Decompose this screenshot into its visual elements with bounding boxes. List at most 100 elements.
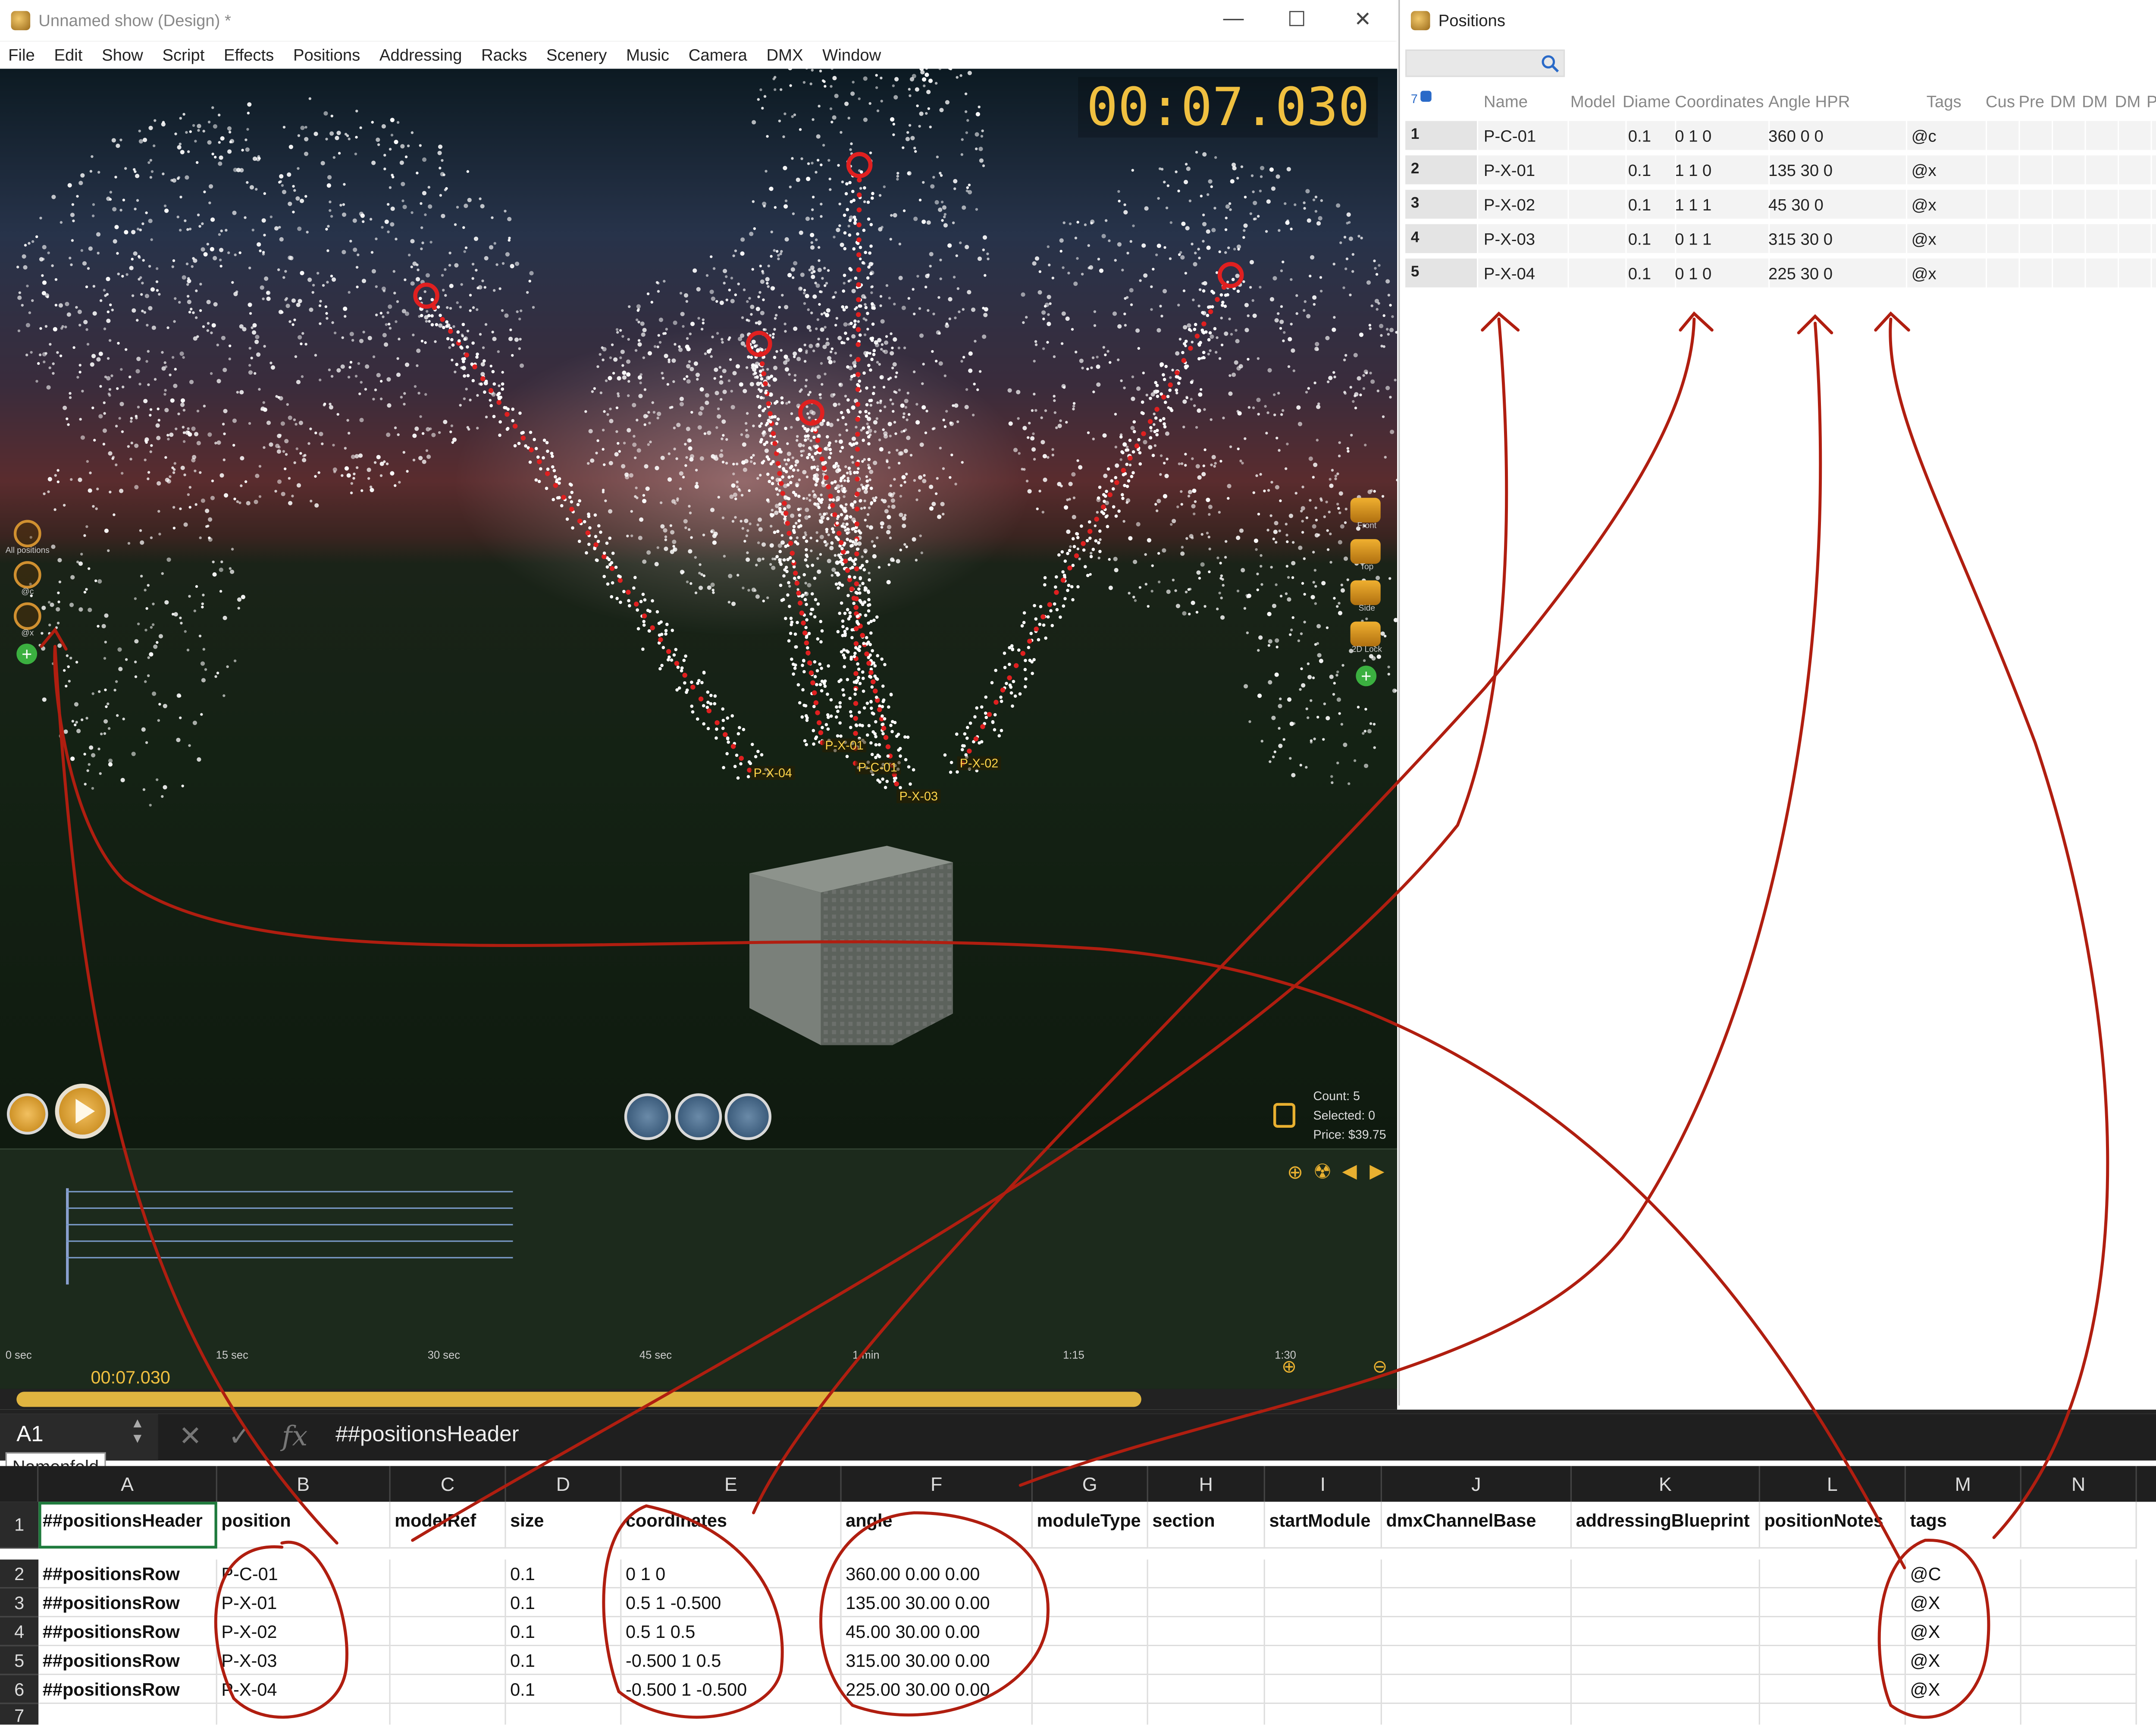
row-number[interactable]: 2 [1405,155,1477,185]
launch-block[interactable] [749,832,953,1045]
spark [424,393,427,396]
name-cell[interactable]: P-X-04 [1484,264,1535,283]
positions-table-row[interactable]: 4 P-X-03 0.1 0 1 1 315 30 0 @x [1405,224,2156,256]
effect-marker[interactable] [846,152,873,178]
menu-effects[interactable]: Effects [224,45,274,65]
trail-dot [1047,602,1053,607]
menu-file[interactable]: File [8,45,35,65]
positions-table-row[interactable]: 3 P-X-02 0.1 1 1 1 45 30 0 @x [1405,190,2156,222]
spark [1017,648,1021,652]
col-angle[interactable]: Angle HPR [1768,92,1850,112]
close-button[interactable]: ✕ [1345,7,1381,31]
col-name[interactable]: Name [1484,92,1528,112]
tags-cell[interactable]: @c [1912,126,1937,146]
search-icon[interactable] [1542,55,1559,73]
col-diameter[interactable]: Diame [1623,92,1672,112]
select-tool-button[interactable] [624,1093,671,1140]
diameter-cell[interactable]: 0.1 [1628,126,1651,146]
angle-cell[interactable]: 45 30 0 [1768,195,1824,215]
row-number[interactable]: 3 [1405,190,1477,219]
row-number[interactable]: 1 [1405,121,1477,150]
menu-racks[interactable]: Racks [481,45,527,65]
position-label[interactable]: P-X-01 [822,738,867,753]
row-number[interactable]: 4 [1405,224,1477,253]
maximize-button[interactable]: ☐ [1279,7,1315,31]
horizontal-scrollbar[interactable] [0,1389,1398,1410]
col-p[interactable]: P [2147,92,2156,112]
menu-music[interactable]: Music [626,45,669,65]
camera-lock-icon[interactable] [1350,621,1381,646]
menu-edit[interactable]: Edit [54,45,82,65]
name-cell[interactable]: P-X-01 [1484,161,1535,180]
add-camera-icon[interactable]: + [1356,665,1377,687]
position-group-icon[interactable] [13,602,41,630]
coordinates-cell[interactable]: 1 1 1 [1675,195,1711,215]
menu-show[interactable]: Show [102,45,143,65]
tags-cell[interactable]: @x [1912,195,1937,215]
angle-cell[interactable]: 360 0 0 [1768,126,1824,146]
timeline-panel[interactable]: 0 sec 15 sec 30 sec 45 sec 1 min 1:15 1:… [0,1148,1398,1389]
move-tool-button[interactable] [675,1093,722,1140]
positions-search-input[interactable] [1405,49,1565,77]
camera-icon[interactable] [1350,539,1381,564]
play-button[interactable] [55,1083,110,1139]
angle-cell[interactable]: 315 30 0 [1768,230,1833,249]
diameter-cell[interactable]: 0.1 [1628,195,1651,215]
col-dmx[interactable]: DM [2082,92,2112,112]
menu-script[interactable]: Script [163,45,205,65]
prev-icon[interactable]: ◀ [1342,1159,1357,1182]
angle-cell[interactable]: 135 30 0 [1768,161,1833,180]
menu-window[interactable]: Window [822,45,881,65]
positions-table-row[interactable]: 5 P-X-04 0.1 0 1 0 225 30 0 @x [1405,258,2156,290]
positions-table-row[interactable]: 2 P-X-01 0.1 1 1 0 135 30 0 @x [1405,155,2156,187]
zoom-in-icon[interactable]: ⊕ [1282,1356,1297,1378]
rewind-button[interactable] [6,1093,48,1135]
col-custom[interactable]: Cus [1986,92,2016,112]
position-group-icon[interactable] [13,561,41,589]
scrollbar-thumb[interactable] [16,1392,1141,1407]
name-cell[interactable]: P-X-03 [1484,230,1535,249]
diameter-cell[interactable]: 0.1 [1628,161,1651,180]
row-number[interactable]: 5 [1405,258,1477,288]
zoom-out-icon[interactable]: ⊖ [1373,1356,1388,1378]
col-coordinates[interactable]: Coordinates [1675,92,1765,112]
rotate-tool-button[interactable] [724,1093,772,1140]
coordinates-cell[interactable]: 1 1 0 [1675,161,1711,180]
position-label[interactable]: P-C-01 [855,760,900,775]
minimize-button[interactable]: — [1216,7,1251,30]
positions-table-row[interactable]: 1 P-C-01 0.1 0 1 0 360 0 0 @c [1405,121,2156,153]
name-cell[interactable]: P-X-02 [1484,195,1535,215]
spark [1046,615,1050,619]
col-dmx[interactable]: DM [2050,92,2081,112]
diameter-cell[interactable]: 0.1 [1628,264,1651,283]
3d-viewport[interactable]: 00:07.030 P-X-04 P-X-01 P-C-01 P-X-03 P-… [0,69,1398,1148]
tags-cell[interactable]: @x [1912,230,1937,249]
add-group-icon[interactable]: + [16,643,38,665]
menu-positions[interactable]: Positions [293,45,360,65]
coordinates-cell[interactable]: 0 1 0 [1675,126,1711,146]
camera-icon[interactable] [1350,498,1381,523]
menu-scenery[interactable]: Scenery [546,45,607,65]
coordinates-cell[interactable]: 0 1 1 [1675,230,1711,249]
name-cell[interactable]: P-C-01 [1484,126,1536,146]
next-icon[interactable]: ▶ [1369,1159,1384,1182]
menu-dmx[interactable]: DMX [766,45,803,65]
effect-marker[interactable] [413,282,439,309]
menu-addressing[interactable]: Addressing [379,45,462,65]
diameter-cell[interactable]: 0.1 [1628,230,1651,249]
unlock-icon[interactable] [1273,1103,1296,1128]
radiation-icon[interactable]: ☢ [1313,1159,1332,1184]
col-tags[interactable]: Tags [1927,92,1962,112]
col-pre[interactable]: Pre [2018,92,2049,112]
all-positions-icon[interactable] [13,520,41,548]
timeline-zoom-icon[interactable]: ⊕ [1287,1161,1303,1184]
tags-cell[interactable]: @x [1912,161,1937,180]
position-label[interactable]: P-X-04 [751,766,795,780]
col-dmx[interactable]: DM [2115,92,2145,112]
coordinates-cell[interactable]: 0 1 0 [1675,264,1711,283]
camera-icon[interactable] [1350,580,1381,605]
col-model[interactable]: Model [1570,92,1620,112]
position-label[interactable]: P-X-03 [896,789,941,803]
menu-camera[interactable]: Camera [689,45,747,65]
position-label[interactable]: P-X-02 [957,756,1001,770]
